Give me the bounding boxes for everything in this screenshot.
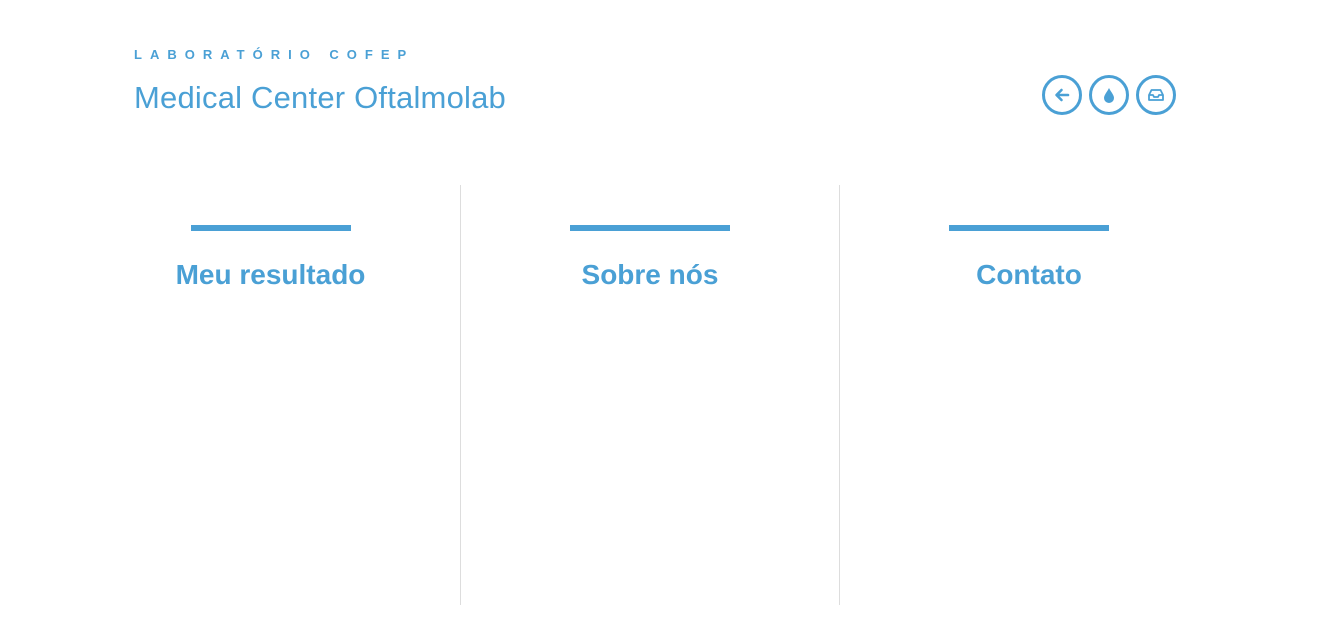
toolbar-icons — [1042, 75, 1176, 115]
section-sobre-nos: Sobre nós — [460, 185, 839, 605]
page-header: LABORATÓRIO COFEP Medical Center Oftalmo… — [134, 46, 506, 118]
page-title: Medical Center Oftalmolab — [134, 80, 506, 115]
section-title-meu-resultado[interactable]: Meu resultado — [81, 259, 460, 291]
section-title-contato[interactable]: Contato — [840, 259, 1218, 291]
back-arrow-icon — [1055, 88, 1070, 102]
section-title-sobre-nos[interactable]: Sobre nós — [461, 259, 839, 291]
back-button[interactable] — [1042, 75, 1082, 115]
section-contato: Contato — [839, 185, 1218, 605]
lab-subtitle: LABORATÓRIO COFEP — [134, 47, 415, 62]
inbox-button[interactable] — [1136, 75, 1176, 115]
drop-button[interactable] — [1089, 75, 1129, 115]
section-accent-bar — [570, 225, 730, 231]
section-meu-resultado: Meu resultado — [81, 185, 460, 605]
drop-icon — [1104, 88, 1114, 103]
section-columns: Meu resultado Sobre nós Contato — [81, 185, 1218, 605]
section-accent-bar — [190, 225, 351, 231]
section-accent-bar — [949, 225, 1109, 231]
inbox-icon — [1148, 89, 1164, 101]
